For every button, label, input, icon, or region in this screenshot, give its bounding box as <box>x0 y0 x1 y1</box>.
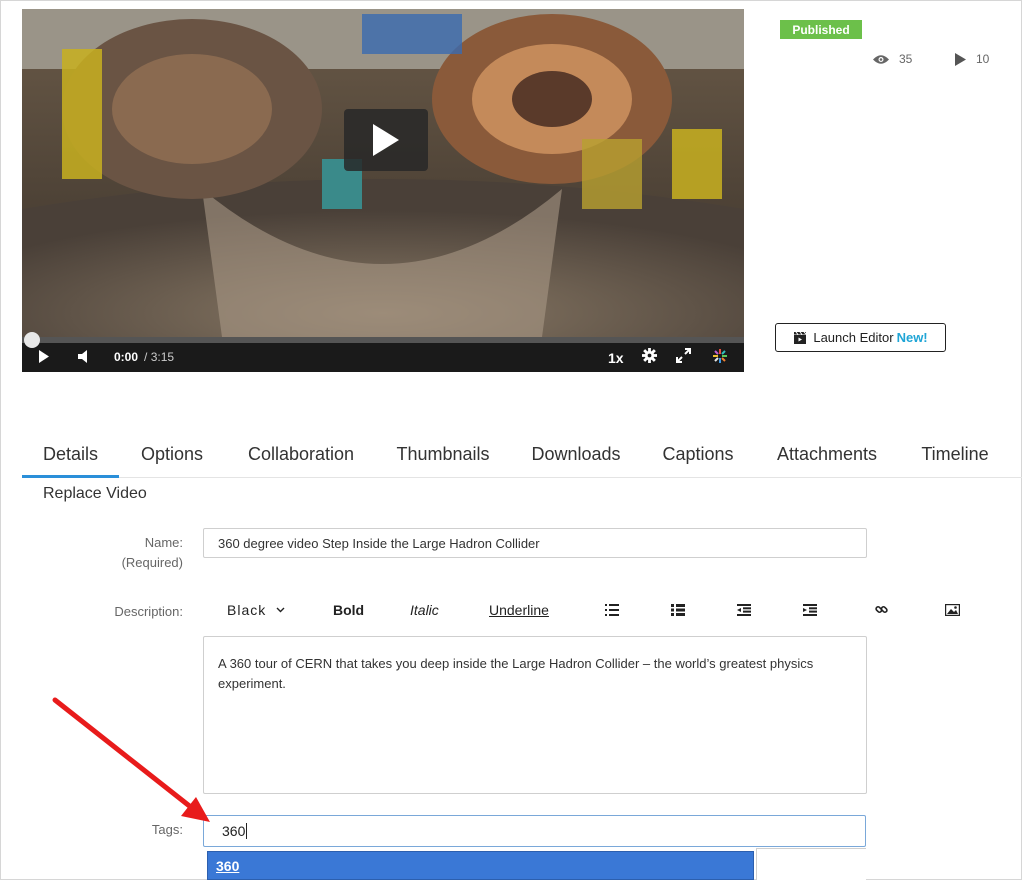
text-caret <box>246 823 248 839</box>
numbered-list-icon <box>671 604 685 616</box>
tab-downloads[interactable]: Downloads <box>524 432 628 478</box>
image-button[interactable] <box>945 604 960 616</box>
description-label: Description: <box>114 604 183 619</box>
outdent-icon <box>737 604 751 616</box>
description-toolbar: Black Bold Italic Underline <box>203 598 960 624</box>
description-editor[interactable]: A 360 tour of CERN that takes you deep i… <box>203 636 867 794</box>
bullet-list-icon <box>605 604 619 616</box>
new-badge: New! <box>896 330 928 345</box>
tags-label: Tags: <box>151 822 183 837</box>
chevron-down-icon <box>276 607 285 613</box>
numbered-list-button[interactable] <box>671 604 685 616</box>
indent-icon <box>803 604 817 616</box>
italic-button[interactable]: Italic <box>410 602 439 618</box>
views-count: 35 <box>899 52 913 66</box>
fullscreen-button[interactable] <box>676 348 691 363</box>
bold-button[interactable]: Bold <box>333 602 364 618</box>
indent-button[interactable] <box>803 604 817 616</box>
plays-count: 10 <box>976 52 990 66</box>
time-display: 0:00 / 3:15 <box>114 350 174 364</box>
tags-input-value: 360 <box>222 823 246 839</box>
tags-input[interactable]: 360 <box>203 815 866 847</box>
tag-suggestion-dropdown-edge <box>756 848 866 880</box>
control-play-button[interactable] <box>38 350 50 363</box>
tab-collaboration[interactable]: Collaboration <box>240 432 362 478</box>
views-stat: 35 <box>873 52 912 66</box>
tab-options[interactable]: Options <box>128 432 216 478</box>
details-tabs: Details Options Collaboration Thumbnails… <box>22 432 1022 478</box>
eye-icon <box>873 54 889 64</box>
name-label: Name: (Required) <box>60 533 183 573</box>
volume-button[interactable] <box>78 350 88 363</box>
play-icon <box>373 124 399 156</box>
tab-attachments[interactable]: Attachments <box>768 432 886 478</box>
image-icon <box>945 604 960 616</box>
replace-video-link[interactable]: Replace Video <box>43 485 147 503</box>
outdent-button[interactable] <box>737 604 751 616</box>
speed-label: 1x <box>608 350 624 366</box>
settings-button[interactable] <box>642 348 657 363</box>
color-select-value: Black <box>227 602 267 618</box>
kaltura-logo-icon <box>713 349 727 363</box>
gear-icon <box>642 348 657 363</box>
underline-button[interactable]: Underline <box>489 602 549 618</box>
tab-thumbnails[interactable]: Thumbnails <box>390 432 496 478</box>
name-input[interactable]: 360 degree video Step Inside the Large H… <box>203 528 867 558</box>
play-icon <box>955 52 966 66</box>
plays-stat: 10 <box>954 52 989 66</box>
bullet-list-button[interactable] <box>605 604 619 616</box>
link-button[interactable] <box>875 603 888 616</box>
time-current: 0:00 <box>114 350 139 364</box>
launch-editor-button[interactable]: Launch Editor New! <box>775 323 946 352</box>
progress-knob[interactable] <box>24 332 40 348</box>
tag-suggestion-item[interactable]: 360 <box>207 851 754 880</box>
link-icon <box>875 605 888 614</box>
video-player[interactable]: 0:00 / 3:15 1x <box>22 9 744 372</box>
speed-button[interactable]: 1x <box>608 350 624 366</box>
video-thumbnail-scene <box>22 9 744 337</box>
time-total: / 3:15 <box>144 350 175 364</box>
play-icon <box>39 350 49 363</box>
volume-icon <box>78 350 87 363</box>
brand-logo <box>712 348 728 364</box>
play-overlay-button[interactable] <box>344 109 428 171</box>
tab-captions[interactable]: Captions <box>656 432 740 478</box>
fullscreen-icon <box>676 348 691 363</box>
status-badge: Published <box>780 20 862 39</box>
color-select[interactable]: Black <box>227 602 285 618</box>
name-required-text: (Required) <box>121 555 183 570</box>
launch-editor-label: Launch Editor <box>813 330 894 345</box>
tab-details[interactable]: Details <box>22 432 119 478</box>
player-controls: 0:00 / 3:15 1x <box>22 332 744 372</box>
film-editor-icon <box>794 331 807 344</box>
progress-bar[interactable] <box>22 332 744 348</box>
tab-timeline[interactable]: Timeline <box>914 432 996 478</box>
name-label-text: Name: <box>144 535 183 550</box>
